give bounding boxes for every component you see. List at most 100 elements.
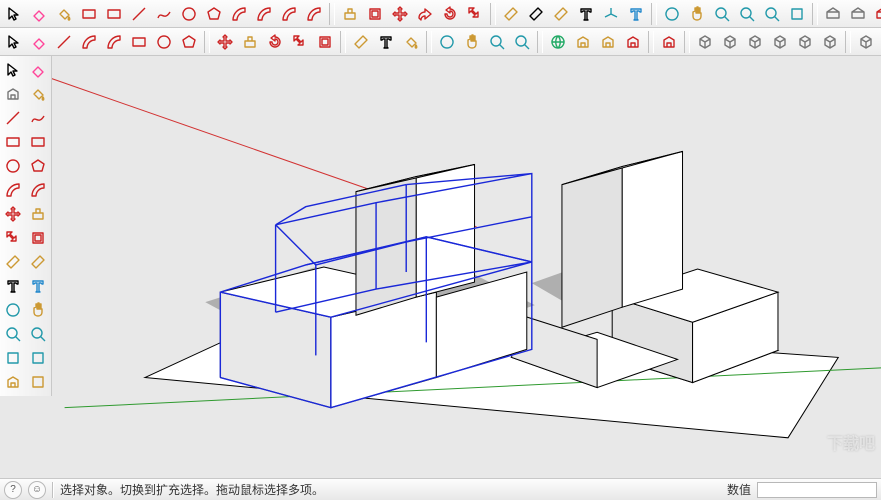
paint-bucket-button[interactable]: [52, 2, 76, 26]
extension-button[interactable]: [621, 30, 645, 54]
freehand-button[interactable]: [26, 106, 50, 130]
arc2-button[interactable]: [252, 2, 276, 26]
circle-button[interactable]: [177, 2, 201, 26]
line-button[interactable]: [52, 30, 76, 54]
text-button[interactable]: [574, 2, 598, 26]
protractor-button[interactable]: [549, 2, 573, 26]
pushpull-button[interactable]: [238, 30, 262, 54]
scale-button[interactable]: [288, 30, 312, 54]
walk-button[interactable]: [26, 370, 50, 394]
polygon-button[interactable]: [177, 30, 201, 54]
line-button[interactable]: [127, 2, 151, 26]
pushpull-button[interactable]: [26, 202, 50, 226]
pan-button[interactable]: [685, 2, 709, 26]
zoom-button[interactable]: [485, 30, 509, 54]
arc-button[interactable]: [227, 2, 251, 26]
offset-button[interactable]: [363, 2, 387, 26]
zoom-button[interactable]: [1, 322, 25, 346]
zoom-extents-button[interactable]: [510, 30, 534, 54]
pie-button[interactable]: [302, 2, 326, 26]
position-camera-button[interactable]: [26, 346, 50, 370]
rectangle-button[interactable]: [1, 130, 25, 154]
polygon-button[interactable]: [26, 154, 50, 178]
orbit-button[interactable]: [435, 30, 459, 54]
rotate-button[interactable]: [438, 2, 462, 26]
zoom-extents-icon: [764, 6, 780, 22]
eraser-button[interactable]: [27, 2, 51, 26]
3d-viewport[interactable]: 下载吧: [52, 56, 881, 478]
section-fill-button[interactable]: [871, 2, 881, 26]
front-button[interactable]: [743, 30, 767, 54]
orbit-button[interactable]: [1, 298, 25, 322]
tape-button[interactable]: [1, 250, 25, 274]
scale-button[interactable]: [463, 2, 487, 26]
circle-button[interactable]: [1, 154, 25, 178]
person-button[interactable]: ☺: [28, 481, 46, 499]
top-button[interactable]: [718, 30, 742, 54]
style1-button[interactable]: [854, 30, 878, 54]
zoom-button[interactable]: [710, 2, 734, 26]
geo-location-button[interactable]: [546, 30, 570, 54]
left-button[interactable]: [818, 30, 842, 54]
rotated-rect-button[interactable]: [26, 130, 50, 154]
pan-button[interactable]: [26, 298, 50, 322]
back-button[interactable]: [793, 30, 817, 54]
section-display-button[interactable]: [846, 2, 870, 26]
warehouse-button[interactable]: [571, 30, 595, 54]
move-button[interactable]: [213, 30, 237, 54]
measurement-input[interactable]: [757, 482, 877, 498]
rotate-button[interactable]: [263, 30, 287, 54]
3dtext-button[interactable]: [26, 274, 50, 298]
arc3-button[interactable]: [277, 2, 301, 26]
circle-button[interactable]: [152, 30, 176, 54]
paint-bucket-icon: [56, 6, 72, 22]
arc2-button[interactable]: [102, 30, 126, 54]
component-button[interactable]: [1, 82, 25, 106]
select-button[interactable]: [2, 30, 26, 54]
3d-warehouse-button[interactable]: [1, 370, 25, 394]
axes-button[interactable]: [599, 2, 623, 26]
rectangle-button[interactable]: [77, 2, 101, 26]
rectangle-button[interactable]: [127, 30, 151, 54]
paint-bucket-button[interactable]: [26, 82, 50, 106]
arc-button[interactable]: [77, 30, 101, 54]
zoom-extents-button[interactable]: [760, 2, 784, 26]
eraser-button[interactable]: [27, 30, 51, 54]
text-button[interactable]: [1, 274, 25, 298]
freehand-button[interactable]: [152, 2, 176, 26]
pushpull-button[interactable]: [338, 2, 362, 26]
polygon-button[interactable]: [202, 2, 226, 26]
protractor-button[interactable]: [26, 250, 50, 274]
scale-button[interactable]: [1, 226, 25, 250]
move-button[interactable]: [1, 202, 25, 226]
dimension-button[interactable]: [524, 2, 548, 26]
right-button[interactable]: [768, 30, 792, 54]
tape-button[interactable]: [349, 30, 373, 54]
offset-button[interactable]: [26, 226, 50, 250]
select-button[interactable]: [1, 58, 25, 82]
arc2-button[interactable]: [26, 178, 50, 202]
zoom-extents-button[interactable]: [26, 322, 50, 346]
eraser-button[interactable]: [26, 58, 50, 82]
section-plane-button[interactable]: [821, 2, 845, 26]
orbit-button[interactable]: [660, 2, 684, 26]
3dtext-button[interactable]: [624, 2, 648, 26]
follow-me-button[interactable]: [413, 2, 437, 26]
rotated-rect-button[interactable]: [102, 2, 126, 26]
offset-button[interactable]: [313, 30, 337, 54]
layout-button[interactable]: [657, 30, 681, 54]
component-button[interactable]: [596, 30, 620, 54]
zoom-window-button[interactable]: [735, 2, 759, 26]
prev-view-button[interactable]: [1, 346, 25, 370]
line-button[interactable]: [1, 106, 25, 130]
paint-bucket-button[interactable]: [399, 30, 423, 54]
help-button[interactable]: ?: [4, 481, 22, 499]
pan-button[interactable]: [460, 30, 484, 54]
tape-button[interactable]: [499, 2, 523, 26]
select-button[interactable]: [2, 2, 26, 26]
iso-button[interactable]: [693, 30, 717, 54]
prev-view-button[interactable]: [785, 2, 809, 26]
arc-button[interactable]: [1, 178, 25, 202]
move-button[interactable]: [388, 2, 412, 26]
text-button[interactable]: [374, 30, 398, 54]
